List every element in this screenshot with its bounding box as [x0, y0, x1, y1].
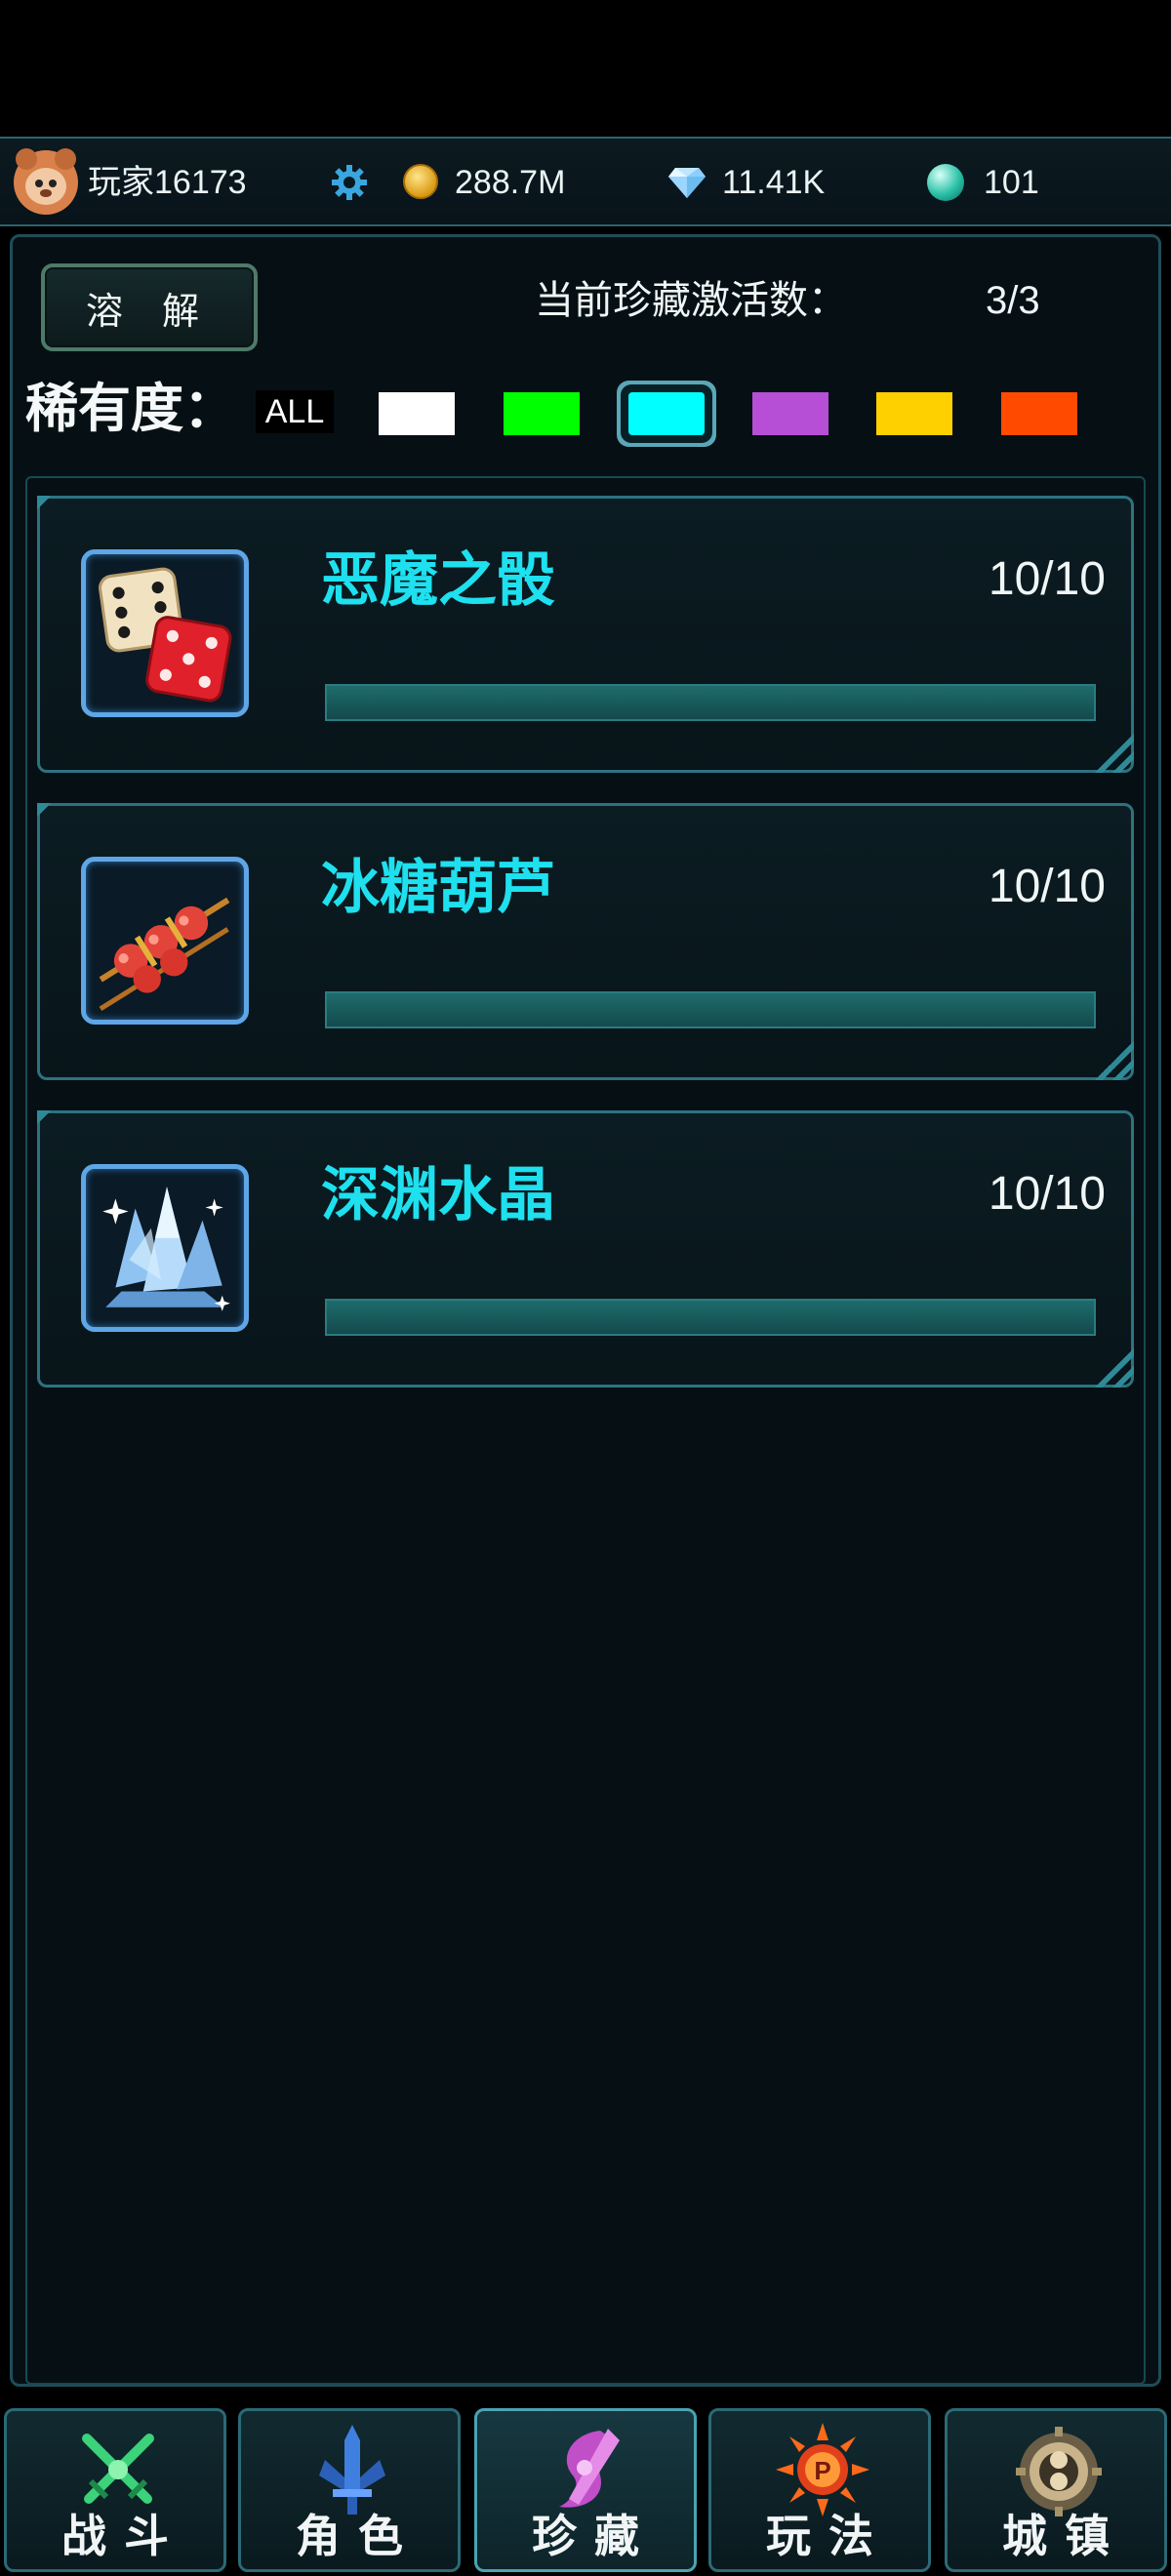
rarity-filter-cyan[interactable] — [628, 392, 705, 435]
item-name: 深渊水晶 — [321, 1161, 555, 1229]
bottom-nav: 战斗 角色 珍藏 P 玩法 城镇 — [0, 2402, 1171, 2576]
progress-fill — [327, 993, 1094, 1026]
rarity-filter-purple[interactable] — [752, 392, 828, 435]
diamond-amount: 11.41K — [722, 164, 826, 201]
item-progress-bar — [325, 991, 1096, 1028]
avatar-eye — [49, 180, 57, 187]
rarity-filter-white[interactable] — [379, 392, 455, 435]
rarity-filter-yellow[interactable] — [876, 392, 952, 435]
character-sword-icon — [319, 2425, 385, 2515]
diamond-icon — [668, 168, 706, 198]
status-bar: 玩家16173 288.7M 11.41K 101 — [0, 137, 1171, 226]
tab-label: 角色 — [296, 2510, 421, 2562]
gear-icon[interactable] — [330, 163, 369, 202]
tab-label: 城镇 — [1002, 2510, 1127, 2562]
avatar-ear — [55, 148, 76, 170]
treasure-card[interactable]: 冰糖葫芦 10/10 — [37, 803, 1134, 1080]
dice-icon — [81, 549, 249, 717]
card-corner — [37, 803, 61, 826]
rarity-filter-all[interactable]: ALL — [256, 390, 334, 433]
treasure-card[interactable]: 恶魔之骰 10/10 — [37, 496, 1134, 773]
item-progress-bar — [325, 1299, 1096, 1336]
card-corner — [1095, 1041, 1134, 1080]
tab-gameplay[interactable]: P 玩法 — [708, 2408, 931, 2572]
gold-coin-icon — [403, 164, 438, 199]
svg-text:P: P — [814, 2456, 830, 2485]
item-count: 10/10 — [988, 861, 1106, 912]
item-count: 10/10 — [988, 1168, 1106, 1220]
progress-fill — [327, 686, 1094, 719]
treasure-emblem-icon — [559, 2429, 620, 2508]
gold-amount: 288.7M — [455, 164, 566, 201]
card-corner — [1095, 734, 1134, 773]
avatar-face — [25, 168, 66, 205]
item-name: 冰糖葫芦 — [321, 854, 555, 922]
town-emblem-icon — [1016, 2427, 1102, 2516]
tab-label: 玩法 — [766, 2510, 891, 2562]
tab-label: 珍藏 — [532, 2510, 657, 2562]
crystal-icon — [81, 1164, 249, 1332]
dissolve-button[interactable]: 溶 解 — [41, 263, 258, 351]
progress-fill — [327, 1301, 1094, 1334]
gameplay-emblem-icon: P — [776, 2423, 869, 2516]
card-corner — [37, 496, 61, 519]
player-avatar[interactable] — [14, 148, 78, 215]
candied-haws-icon — [81, 857, 249, 1025]
rarity-label: 稀有度： — [25, 378, 236, 439]
tab-treasure[interactable]: 珍藏 — [474, 2408, 697, 2572]
rarity-filter-orange[interactable] — [1001, 392, 1077, 435]
avatar-ear — [16, 148, 37, 170]
active-count-label: 当前珍藏激活数： — [535, 278, 847, 323]
card-corner — [1095, 1348, 1134, 1388]
tab-label: 战斗 — [61, 2510, 186, 2562]
treasure-card[interactable]: 深渊水晶 10/10 — [37, 1110, 1134, 1388]
rarity-filter-green[interactable] — [504, 392, 580, 435]
crossed-swords-icon — [82, 2434, 154, 2504]
orb-amount: 101 — [984, 164, 1039, 201]
tab-town[interactable]: 城镇 — [945, 2408, 1167, 2572]
tab-battle[interactable]: 战斗 — [4, 2408, 226, 2572]
tab-character[interactable]: 角色 — [238, 2408, 461, 2572]
active-count-value: 3/3 — [986, 279, 1040, 322]
avatar-eye — [35, 180, 43, 187]
card-corner — [37, 1110, 61, 1134]
item-progress-bar — [325, 684, 1096, 721]
item-count: 10/10 — [988, 553, 1106, 605]
player-name: 玩家16173 — [88, 164, 247, 201]
avatar-nose — [40, 189, 52, 197]
green-orb-icon — [927, 164, 964, 201]
item-name: 恶魔之骰 — [321, 546, 555, 615]
